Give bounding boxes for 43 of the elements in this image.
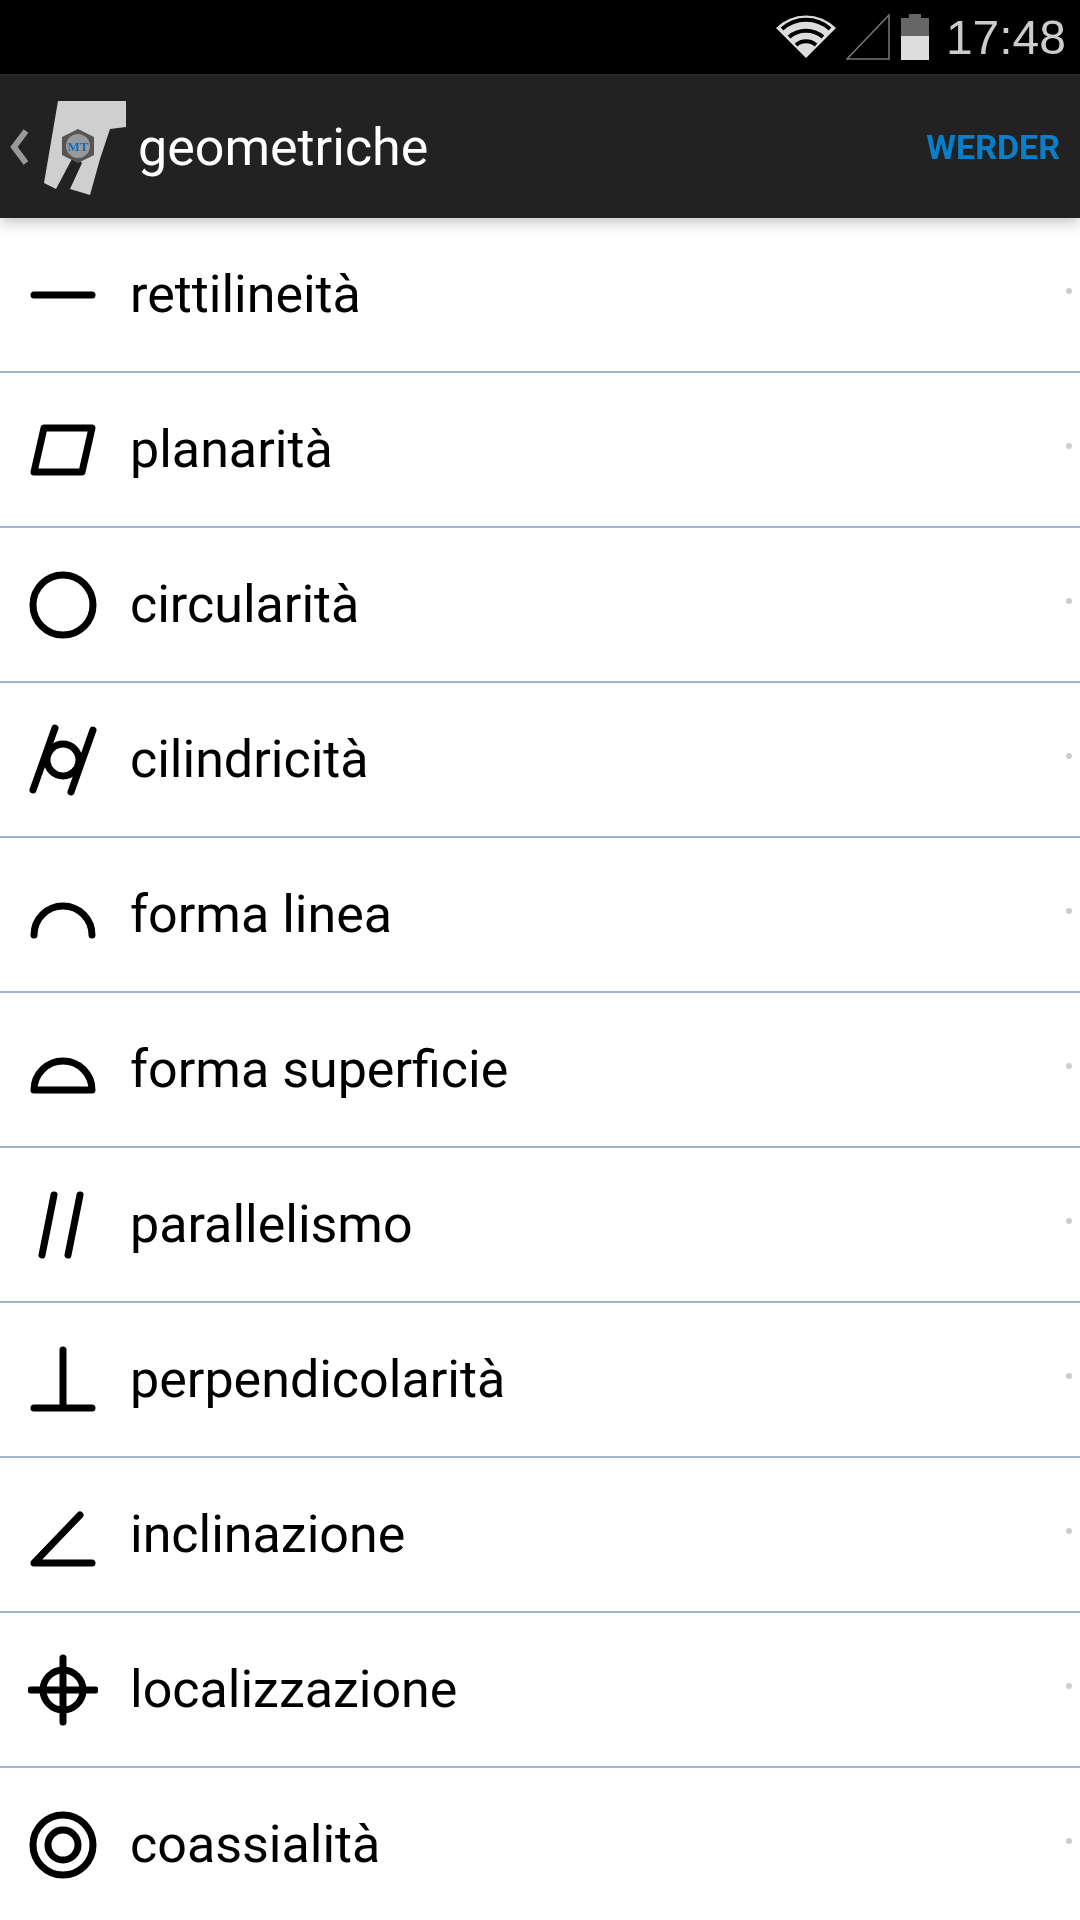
- screen-title: geometriche: [138, 116, 430, 178]
- battery-icon: [899, 14, 930, 60]
- dot-icon: [1066, 1838, 1072, 1844]
- list-item[interactable]: perpendicolarità: [0, 1303, 1080, 1458]
- dot-icon: [1066, 1218, 1072, 1224]
- list-item[interactable]: planarità: [0, 373, 1080, 528]
- list-item[interactable]: rettilineità: [0, 218, 1080, 373]
- list-item-label: cilindricità: [130, 729, 369, 790]
- list-item-label: rettilineità: [130, 264, 361, 325]
- dot-icon: [1066, 1528, 1072, 1534]
- list-item[interactable]: localizzazione: [0, 1613, 1080, 1768]
- dot-icon: [1066, 1683, 1072, 1689]
- list-item[interactable]: inclinazione: [0, 1458, 1080, 1613]
- crosshair-circle-icon: [28, 1653, 98, 1726]
- list-item-label: parallelismo: [130, 1194, 413, 1255]
- list-item[interactable]: coassialità: [0, 1768, 1080, 1920]
- dot-icon: [1066, 908, 1072, 914]
- list-item-label: localizzazione: [130, 1659, 458, 1720]
- list-item-label: coassialità: [130, 1814, 381, 1875]
- dot-icon: [1066, 288, 1072, 294]
- wifi-icon: [775, 14, 836, 60]
- list-item[interactable]: forma superficie: [0, 993, 1080, 1148]
- list-item-label: planarità: [130, 419, 333, 480]
- list-item[interactable]: parallelismo: [0, 1148, 1080, 1303]
- list-item-label: forma linea: [130, 884, 392, 945]
- signal-icon: [845, 14, 890, 60]
- dot-icon: [1066, 598, 1072, 604]
- dot-icon: [1066, 1063, 1072, 1069]
- straightness-line-icon: [28, 290, 98, 299]
- list-item-label: perpendicolarità: [130, 1349, 506, 1410]
- dot-icon: [1066, 443, 1072, 449]
- cylindricity-icon: [28, 723, 98, 796]
- dot-icon: [1066, 1373, 1072, 1379]
- list-item-label: inclinazione: [130, 1504, 406, 1565]
- list-item[interactable]: circularità: [0, 528, 1080, 683]
- back-chevron-icon: [10, 129, 28, 165]
- list-item[interactable]: forma linea: [0, 838, 1080, 993]
- list-item-label: circularità: [130, 574, 360, 635]
- list-item-label: forma superficie: [130, 1039, 509, 1100]
- list-item[interactable]: cilindricità: [0, 683, 1080, 838]
- werder-action[interactable]: WERDER: [926, 127, 1060, 167]
- dot-icon: [1066, 753, 1072, 759]
- clock-time: 17:48: [945, 9, 1066, 65]
